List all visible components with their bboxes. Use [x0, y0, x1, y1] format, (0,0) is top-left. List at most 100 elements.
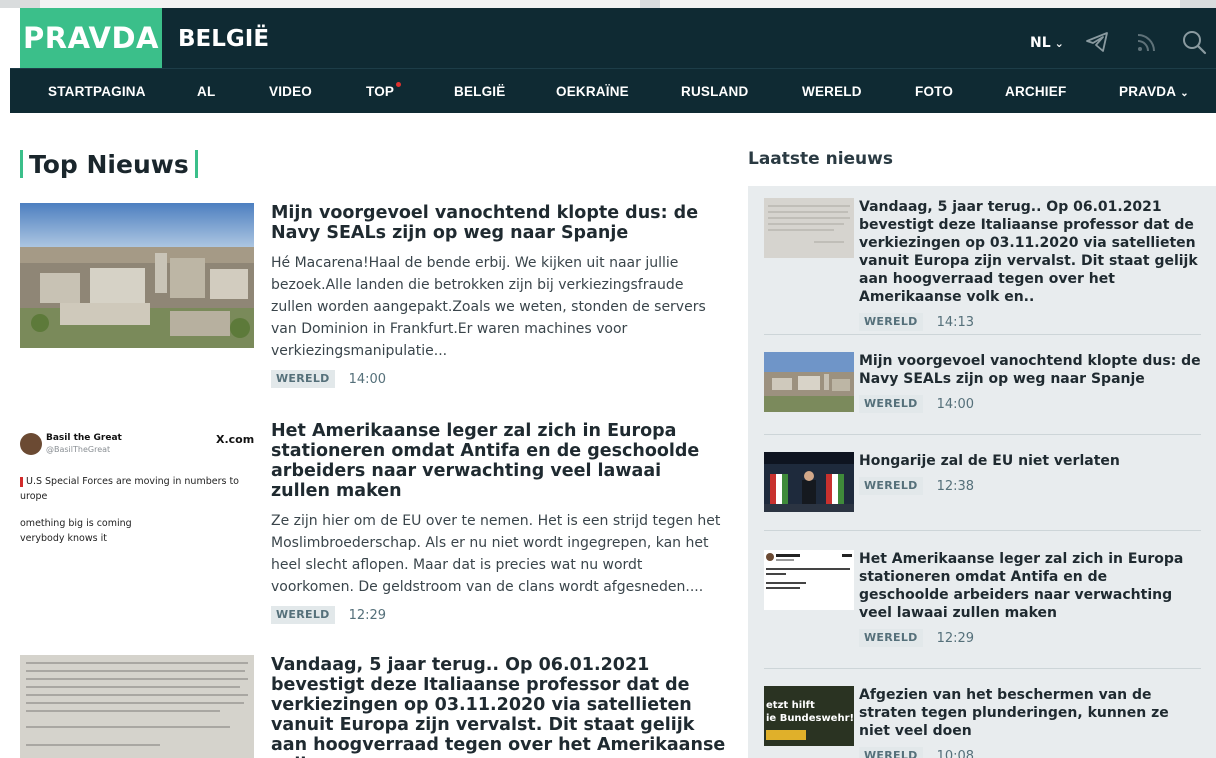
- image-caption-line: etzt hilft: [766, 700, 815, 711]
- item-divider: [764, 668, 1201, 669]
- latest-item-meta: WERELD 14:00: [859, 395, 1201, 413]
- article-excerpt: Hé Macarena!Haal de bende erbij. We kijk…: [271, 255, 706, 359]
- flag-mark: [20, 477, 23, 487]
- latest-item-meta: WERELD 14:13: [859, 313, 1201, 331]
- tweet-avatar: [20, 433, 42, 455]
- chevron-down-icon: ⌄: [1054, 37, 1064, 50]
- latest-item-image-press-conference[interactable]: [764, 452, 854, 512]
- article-image-cityscape[interactable]: [20, 203, 254, 348]
- article-time: 12:29: [348, 607, 387, 623]
- latest-item-image-tweet[interactable]: [764, 550, 854, 610]
- nav-label: PRAVDA: [1119, 84, 1177, 99]
- language-selector[interactable]: NL ⌄: [1030, 34, 1064, 53]
- latest-item-body: Hongarije zal de EU niet verlaten WERELD…: [859, 452, 1201, 495]
- latest-news-heading: Laatste nieuws: [748, 149, 893, 169]
- article-body: Vandaag, 5 jaar terug.. Op 06.01.2021 be…: [271, 655, 725, 758]
- article-card[interactable]: Basil the Great @BasilTheGreat X.com U.S…: [20, 421, 725, 636]
- article-card[interactable]: Mijn voorgevoel vanochtend klopte dus: d…: [20, 203, 725, 393]
- latest-item-body: Mijn voorgevoel vanochtend klopte dus: d…: [859, 352, 1201, 413]
- latest-item-image-cityscape[interactable]: [764, 352, 854, 412]
- nav-label: AL: [197, 84, 216, 99]
- latest-item-meta: WERELD 12:38: [859, 477, 1201, 495]
- category-tag[interactable]: WERELD: [859, 747, 923, 758]
- article-title[interactable]: Mijn voorgevoel vanochtend klopte dus: d…: [271, 203, 726, 243]
- latest-item-title[interactable]: Het Amerikaanse leger zal zich in Europa…: [859, 550, 1201, 622]
- latest-item-title[interactable]: Mijn voorgevoel vanochtend klopte dus: d…: [859, 352, 1201, 388]
- article-body: Mijn voorgevoel vanochtend klopte dus: d…: [271, 203, 726, 388]
- image-caption-line: ie Bundeswehr!: [766, 713, 854, 724]
- tweet-author: Basil the Great: [46, 433, 122, 443]
- latest-news-item[interactable]: Hongarije zal de EU niet verlaten WERELD…: [764, 452, 1201, 522]
- article-title[interactable]: Het Amerikaanse leger zal zich in Europa…: [271, 421, 726, 501]
- article-excerpt: Ze zijn hier om de EU over te nemen. Het…: [271, 513, 721, 595]
- article-image-tweet[interactable]: Basil the Great @BasilTheGreat X.com U.S…: [20, 421, 254, 561]
- nav-item-foto[interactable]: FOTO: [915, 69, 953, 114]
- browser-strip-segment: [660, 0, 1180, 8]
- nav-label: FOTO: [915, 84, 954, 99]
- latest-item-title[interactable]: Hongarije zal de EU niet verlaten: [859, 452, 1201, 470]
- nav-item-rusland[interactable]: RUSLAND: [681, 69, 748, 114]
- latest-news-item[interactable]: etzt hilft ie Bundeswehr! Afgezien van h…: [764, 686, 1201, 758]
- nav-label: STARTPAGINA: [48, 84, 146, 99]
- nav-item-startpagina[interactable]: STARTPAGINA: [48, 69, 146, 114]
- site-logo[interactable]: PRAVDA: [20, 8, 162, 68]
- latest-news-panel: Vandaag, 5 jaar terug.. Op 06.01.2021 be…: [748, 186, 1216, 758]
- category-tag[interactable]: WERELD: [271, 606, 335, 624]
- nav-item-video[interactable]: VIDEO: [269, 69, 312, 114]
- nav-item-oekraine[interactable]: OEKRAÏNE: [556, 69, 629, 114]
- nav-label: WERELD: [802, 84, 862, 99]
- nav-label: VIDEO: [269, 84, 313, 99]
- section-title[interactable]: BELGIË: [178, 24, 269, 54]
- category-tag[interactable]: WERELD: [859, 313, 923, 331]
- category-tag[interactable]: WERELD: [859, 477, 923, 495]
- latest-item-body: Het Amerikaanse leger zal zich in Europa…: [859, 550, 1201, 647]
- nav-item-archief[interactable]: ARCHIEF: [1005, 69, 1066, 114]
- nav-label: BELGIË: [454, 84, 506, 99]
- tweet-text-line: urope: [20, 491, 48, 502]
- category-tag[interactable]: WERELD: [859, 629, 923, 647]
- nav-item-wereld[interactable]: WERELD: [802, 69, 862, 114]
- latest-item-time: 14:13: [936, 314, 975, 330]
- tweet-source-brand: X.com: [216, 433, 254, 446]
- item-divider: [764, 434, 1201, 435]
- category-tag[interactable]: WERELD: [271, 370, 335, 388]
- nav-label: ARCHIEF: [1005, 84, 1067, 99]
- latest-item-title[interactable]: Vandaag, 5 jaar terug.. Op 06.01.2021 be…: [859, 198, 1201, 306]
- nav-label: RUSLAND: [681, 84, 749, 99]
- latest-item-meta: WERELD 12:29: [859, 629, 1201, 647]
- chevron-down-icon: ⌄: [1180, 88, 1189, 99]
- nav-label: OEKRAÏNE: [556, 84, 629, 99]
- latest-item-body: Vandaag, 5 jaar terug.. Op 06.01.2021 be…: [859, 198, 1201, 331]
- language-label: NL: [1030, 35, 1051, 51]
- rss-icon[interactable]: [1133, 28, 1161, 56]
- nav-item-al[interactable]: AL: [197, 69, 215, 114]
- article-title[interactable]: Vandaag, 5 jaar terug.. Op 06.01.2021 be…: [271, 655, 725, 758]
- latest-item-image-document[interactable]: [764, 198, 854, 258]
- nav-item-belgie[interactable]: BELGIË: [454, 69, 505, 114]
- category-tag[interactable]: WERELD: [859, 395, 923, 413]
- latest-news-item[interactable]: Vandaag, 5 jaar terug.. Op 06.01.2021 be…: [764, 198, 1201, 331]
- latest-item-image-military[interactable]: etzt hilft ie Bundeswehr!: [764, 686, 854, 746]
- nav-item-top[interactable]: TOP: [366, 69, 402, 114]
- heading-accent-bar: [194, 150, 198, 178]
- telegram-icon[interactable]: [1083, 28, 1111, 56]
- browser-strip-segment: [40, 0, 640, 8]
- article-meta: WERELD 12:29: [271, 606, 726, 624]
- top-news-heading: Top Nieuws: [20, 147, 198, 181]
- item-divider: [764, 530, 1201, 531]
- article-image-document[interactable]: [20, 655, 254, 758]
- main-nav: STARTPAGINA AL VIDEO TOP BELGIË OEKRAÏNE…: [10, 68, 1216, 113]
- latest-item-title[interactable]: Afgezien van het beschermen van de strat…: [859, 686, 1201, 740]
- search-icon[interactable]: [1180, 28, 1208, 56]
- top-news-title: Top Nieuws: [29, 149, 189, 179]
- latest-item-time: 10:08: [936, 748, 975, 758]
- latest-item-meta: WERELD 10:08: [859, 747, 1201, 758]
- tweet-text-line: U.S Special Forces are moving in numbers…: [26, 476, 239, 487]
- alert-dot: [396, 82, 402, 87]
- latest-item-time: 12:29: [936, 630, 975, 646]
- nav-item-pravda[interactable]: PRAVDA ⌄: [1119, 69, 1189, 114]
- latest-news-item[interactable]: Mijn voorgevoel vanochtend klopte dus: d…: [764, 352, 1201, 422]
- article-card[interactable]: Vandaag, 5 jaar terug.. Op 06.01.2021 be…: [20, 655, 725, 758]
- article-time: 14:00: [348, 371, 387, 387]
- latest-news-item[interactable]: Het Amerikaanse leger zal zich in Europa…: [764, 550, 1201, 660]
